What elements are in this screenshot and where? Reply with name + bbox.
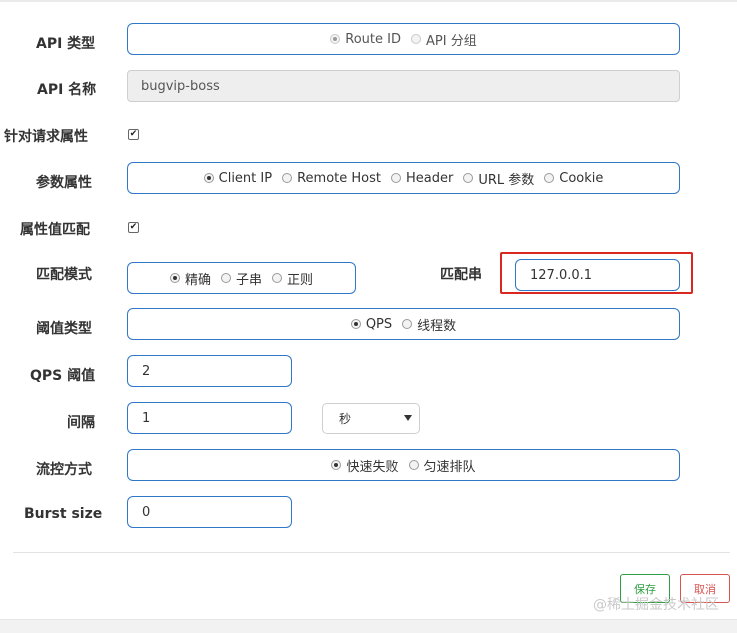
radio-remote-host[interactable]: Remote Host bbox=[282, 171, 381, 186]
radio-cookie[interactable]: Cookie bbox=[544, 171, 603, 186]
radio-url-param-label: URL 参数 bbox=[478, 172, 535, 188]
radio-qps[interactable]: QPS bbox=[350, 316, 393, 332]
api-type-label: API 类型 bbox=[36, 36, 96, 52]
interval-unit-value: 秒 bbox=[339, 412, 352, 426]
radio-header-label: Header bbox=[405, 170, 454, 186]
flow-control-radio-group: 快速失败 匀速排队 bbox=[127, 449, 680, 481]
footer-divider bbox=[13, 552, 730, 553]
radio-uniform-queue-label: 匀速排队 bbox=[423, 459, 476, 475]
flow-control-label: 流控方式 bbox=[36, 462, 92, 478]
radio-url-param[interactable]: URL 参数 bbox=[463, 169, 534, 188]
param-attr-label: 参数属性 bbox=[36, 175, 92, 191]
radio-exact-label: 精确 bbox=[184, 272, 211, 288]
interval-value: 1 bbox=[142, 410, 151, 426]
top-edge bbox=[0, 0, 737, 2]
qps-threshold-label: QPS 阈值 bbox=[30, 368, 96, 384]
radio-qps-label: QPS bbox=[365, 316, 393, 332]
burst-size-label: Burst size bbox=[24, 506, 103, 522]
radio-exact-indicator[interactable] bbox=[169, 273, 180, 283]
radio-header-indicator[interactable] bbox=[390, 173, 401, 183]
radio-api-group-indicator[interactable] bbox=[411, 34, 421, 44]
radio-route-id[interactable]: Route ID bbox=[330, 32, 401, 47]
api-name-label: API 名称 bbox=[37, 82, 97, 98]
radio-substring-indicator[interactable] bbox=[220, 273, 231, 283]
radio-url-param-indicator[interactable] bbox=[463, 173, 474, 183]
attr-match-checkbox[interactable]: ✔ bbox=[128, 222, 139, 233]
match-mode-radio-group: 精确 子串 正则 bbox=[127, 262, 356, 294]
radio-fast-fail-indicator[interactable] bbox=[331, 460, 342, 470]
radio-api-group[interactable]: API 分组 bbox=[411, 30, 477, 49]
match-mode-label: 匹配模式 bbox=[36, 267, 92, 283]
attr-match-label: 属性值匹配 bbox=[20, 222, 90, 238]
match-string-value: 127.0.0.1 bbox=[530, 267, 593, 283]
radio-client-ip-indicator[interactable] bbox=[203, 173, 214, 183]
radio-api-group-label: API 分组 bbox=[426, 33, 477, 49]
radio-regex-indicator[interactable] bbox=[272, 273, 282, 283]
radio-thread-count[interactable]: 线程数 bbox=[402, 315, 456, 334]
radio-qps-indicator[interactable] bbox=[350, 319, 361, 329]
request-attr-label: 针对请求属性 bbox=[4, 129, 88, 145]
radio-fast-fail[interactable]: 快速失败 bbox=[331, 456, 399, 475]
bottom-bar bbox=[0, 619, 737, 633]
radio-cookie-label: Cookie bbox=[559, 170, 604, 186]
radio-substring[interactable]: 子串 bbox=[220, 269, 262, 288]
radio-substring-label: 子串 bbox=[235, 272, 262, 288]
radio-client-ip[interactable]: Client IP bbox=[203, 170, 273, 186]
api-name-value: bugvip-boss bbox=[141, 78, 220, 94]
radio-client-ip-label: Client IP bbox=[218, 170, 273, 186]
radio-uniform-queue-indicator[interactable] bbox=[408, 460, 419, 470]
interval-label: 间隔 bbox=[67, 415, 95, 431]
match-string-label: 匹配串 bbox=[440, 267, 482, 283]
api-type-radio-group: Route ID API 分组 bbox=[127, 23, 680, 55]
qps-threshold-input[interactable]: 2 bbox=[127, 355, 292, 387]
radio-exact[interactable]: 精确 bbox=[169, 269, 211, 288]
radio-header[interactable]: Header bbox=[390, 170, 454, 186]
interval-unit-select[interactable]: 秒 bbox=[322, 403, 420, 434]
flow-rule-form: API 类型 Route ID API 分组 API 名称 bugvip-bos… bbox=[0, 0, 737, 633]
radio-route-id-label: Route ID bbox=[345, 31, 401, 47]
param-attr-radio-group: Client IP Remote Host Header URL 参数 Cook… bbox=[127, 162, 680, 194]
radio-remote-host-indicator[interactable] bbox=[282, 173, 293, 183]
radio-remote-host-label: Remote Host bbox=[297, 170, 381, 186]
radio-regex[interactable]: 正则 bbox=[272, 269, 313, 288]
api-name-input: bugvip-boss bbox=[127, 70, 680, 102]
threshold-type-label: 阈值类型 bbox=[36, 321, 92, 337]
watermark: @稀土掘金技术社区 bbox=[593, 597, 719, 613]
radio-fast-fail-label: 快速失败 bbox=[346, 459, 399, 475]
radio-regex-label: 正则 bbox=[287, 272, 314, 288]
radio-thread-count-indicator[interactable] bbox=[402, 319, 413, 329]
threshold-type-radio-group: QPS 线程数 bbox=[127, 308, 680, 340]
radio-route-id-indicator[interactable] bbox=[330, 34, 341, 44]
qps-threshold-value: 2 bbox=[142, 363, 151, 379]
match-string-input[interactable]: 127.0.0.1 bbox=[515, 259, 680, 291]
request-attr-checkbox[interactable]: ✔ bbox=[128, 129, 139, 140]
radio-cookie-indicator[interactable] bbox=[544, 173, 555, 183]
burst-size-input[interactable]: 0 bbox=[127, 496, 292, 528]
burst-size-value: 0 bbox=[142, 504, 151, 520]
interval-input[interactable]: 1 bbox=[127, 402, 292, 434]
chevron-down-icon bbox=[404, 415, 412, 421]
radio-uniform-queue[interactable]: 匀速排队 bbox=[408, 456, 476, 475]
radio-thread-count-label: 线程数 bbox=[417, 318, 457, 334]
